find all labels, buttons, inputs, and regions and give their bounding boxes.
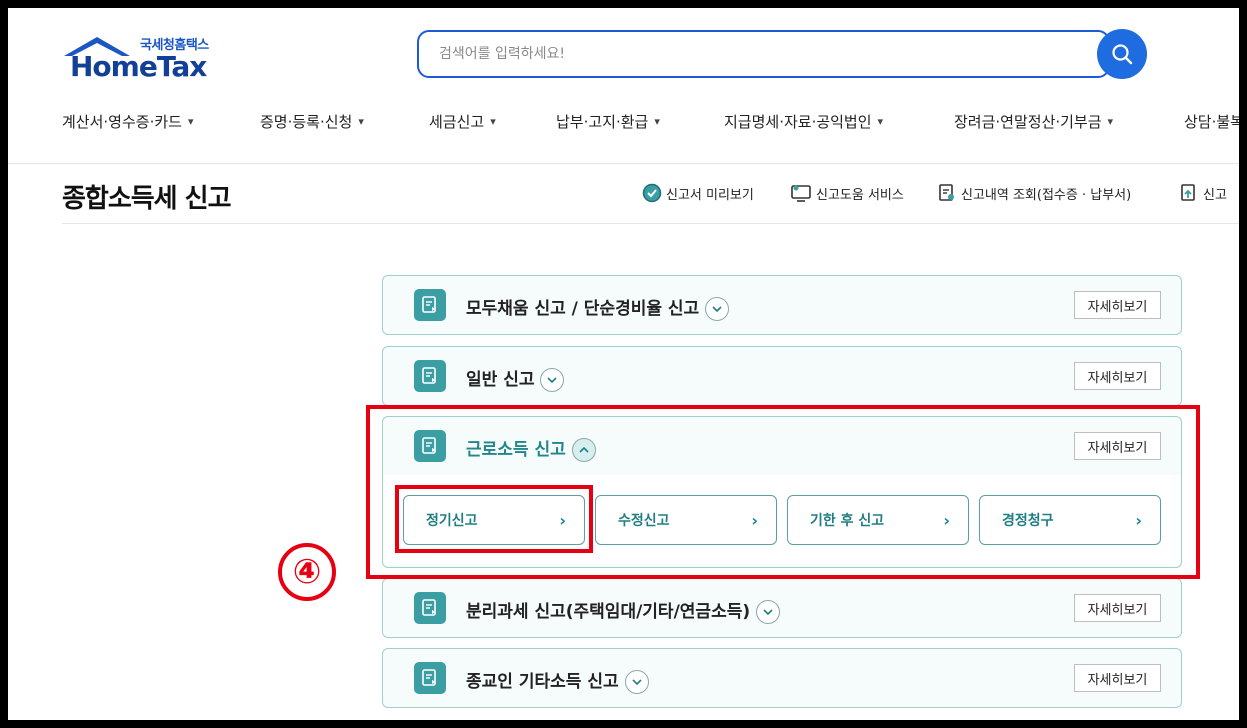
accordion-item: 분리과세 신고(주택임대/기타/연금소득) 자세히보기 [382, 578, 1182, 638]
accordion-header[interactable]: 종교인 기타소득 신고 자세히보기 [383, 649, 1181, 707]
document-search-icon [939, 184, 954, 201]
header-divider [8, 163, 1239, 164]
chevron-down-icon[interactable] [624, 670, 649, 694]
util-label: 신고 [1203, 187, 1227, 203]
util-label: 신고서 미리보기 [666, 187, 754, 203]
accordion-item: 모두채움 신고 / 단순경비율 신고 자세히보기 [382, 275, 1182, 335]
title-divider [62, 223, 1239, 224]
accordion-title-text: 일반 신고 [466, 370, 535, 390]
chevron-down-icon: ▾ [877, 115, 884, 128]
gnb-item-statements[interactable]: 지급명세·자료·공익법인 ▾ [724, 111, 883, 132]
chevron-down-icon: ▾ [490, 115, 496, 128]
detail-button[interactable]: 자세히보기 [1074, 664, 1161, 692]
accordion-item: 종교인 기타소득 신고 자세히보기 [382, 648, 1182, 708]
accordion-item: 일반 신고 자세히보기 [382, 346, 1182, 406]
hometax-window: 국세청홈택스 HomeTax 계산서·영수증·카드 ▾ 증명·등록·신청 ▾ 세… [8, 8, 1239, 720]
chevron-down-icon[interactable] [756, 600, 781, 624]
util-label: 신고내역 조회(접수증 · 납부서) [961, 187, 1132, 203]
global-nav: 계산서·영수증·카드 ▾ 증명·등록·신청 ▾ 세금신고 ▾ 납부·고지·환급 … [8, 111, 1239, 141]
accordion-title-text: 종교인 기타소득 신고 [466, 672, 619, 692]
hometax-logo[interactable]: 국세청홈택스 HomeTax [62, 34, 222, 86]
util-history-link[interactable]: 신고내역 조회(접수증 · 납부서) [937, 183, 1131, 203]
gnb-item-incentives[interactable]: 장려금·연말정산·기부금 ▾ [954, 111, 1113, 132]
form-icon [414, 592, 446, 624]
gnb-item-certificates[interactable]: 증명·등록·신청 ▾ [260, 111, 364, 132]
search-icon [1112, 44, 1133, 65]
form-icon [414, 662, 446, 694]
chevron-down-icon: ▾ [654, 115, 660, 128]
gnb-item-tax-filing[interactable]: 세금신고 ▾ [429, 111, 496, 132]
accordion-header[interactable]: 일반 신고 자세히보기 [383, 347, 1181, 405]
gnb-label: 계산서·영수증·카드 [62, 113, 182, 131]
form-icon [414, 289, 446, 321]
form-icon [414, 360, 446, 392]
util-preview-link[interactable]: 신고서 미리보기 [642, 183, 754, 203]
gnb-label: 증명·등록·신청 [260, 113, 353, 131]
page-title: 종합소득세 신고 [62, 184, 231, 214]
highlight-box-button [395, 485, 593, 553]
detail-button[interactable]: 자세히보기 [1074, 362, 1161, 390]
gnb-label: 세금신고 [429, 113, 485, 131]
accordion-title: 종교인 기타소득 신고 [466, 667, 649, 694]
accordion-title: 모두채움 신고 / 단순경비율 신고 [466, 294, 730, 321]
chevron-down-icon: ▾ [187, 115, 194, 128]
gnb-label: 납부·고지·환급 [556, 113, 649, 131]
accordion-title: 분리과세 신고(주택임대/기타/연금소득) [466, 597, 781, 624]
gnb-label: 장려금·연말정산·기부금 [954, 113, 1102, 131]
gnb-label: 지급명세·자료·공익법인 [724, 113, 872, 131]
search-box [417, 30, 1110, 78]
detail-button[interactable]: 자세히보기 [1074, 291, 1161, 319]
accordion-header[interactable]: 분리과세 신고(주택임대/기타/연금소득) 자세히보기 [383, 579, 1181, 637]
check-circle-icon [642, 183, 662, 203]
step-number-badge: ④ [278, 543, 336, 601]
gnb-item-consulting[interactable]: 상담·불복 [1184, 111, 1239, 132]
monitor-icon [791, 185, 811, 202]
accordion-header[interactable]: 모두채움 신고 / 단순경비율 신고 자세히보기 [383, 276, 1181, 334]
search-input[interactable] [419, 32, 1108, 76]
accordion-title: 일반 신고 [466, 365, 565, 392]
util-file-link[interactable]: 신고 [1179, 183, 1227, 203]
chevron-down-icon[interactable] [540, 368, 565, 392]
chevron-down-icon: ▾ [358, 115, 364, 128]
detail-button[interactable]: 자세히보기 [1074, 594, 1161, 622]
util-label: 신고도움 서비스 [816, 187, 904, 203]
gnb-item-payment[interactable]: 납부·고지·환급 ▾ [556, 111, 660, 132]
search-button[interactable] [1097, 29, 1147, 79]
brand-name: HomeTax [70, 50, 207, 83]
gnb-label: 상담·불복 [1184, 113, 1239, 131]
accordion-title-text: 분리과세 신고(주택임대/기타/연금소득) [466, 602, 751, 622]
chevron-down-icon[interactable] [705, 297, 730, 321]
chevron-down-icon: ▾ [1107, 115, 1114, 128]
upload-document-icon [1181, 184, 1195, 201]
util-help-service-link[interactable]: 신고도움 서비스 [790, 183, 904, 203]
accordion-title-text: 모두채움 신고 / 단순경비율 신고 [466, 299, 700, 319]
gnb-item-invoices[interactable]: 계산서·영수증·카드 ▾ [62, 111, 193, 132]
